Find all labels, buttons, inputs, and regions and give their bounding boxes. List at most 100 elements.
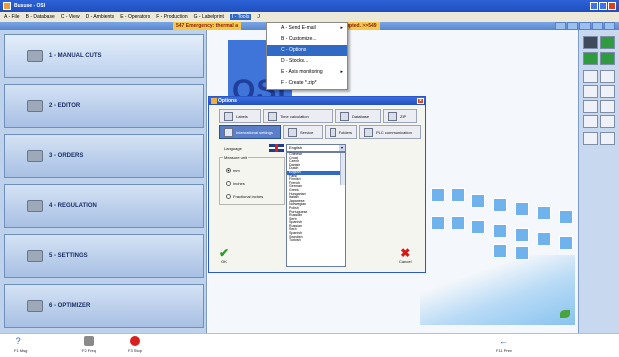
menu-file[interactable]: A - File (4, 14, 20, 20)
radio-fractional-inches[interactable]: Fractional inches (226, 194, 263, 199)
menu-item-axis-monitoring[interactable]: E - Axis monitoring ▸ (267, 67, 347, 78)
menu-database[interactable]: B - Database (26, 14, 55, 20)
ok-button[interactable]: ✔ OK (219, 247, 229, 264)
dialog-close-button[interactable]: × (417, 98, 424, 104)
cancel-button[interactable]: ✖ Cancel (399, 247, 411, 264)
menu-bar: A - File B - Database C - View D - Ambie… (0, 12, 619, 22)
menu-production[interactable]: F - Production (156, 14, 187, 20)
tab-time-calculation[interactable]: Time calculation (263, 109, 333, 123)
menu-view[interactable]: C - View (61, 14, 80, 20)
maximize-button[interactable] (599, 2, 607, 10)
menu-j[interactable]: J (257, 14, 260, 20)
arrow-left-icon[interactable] (583, 52, 598, 65)
stop-icon (130, 336, 140, 346)
nav-label: 2 - EDITOR (49, 103, 81, 109)
tab-database[interactable]: Database (335, 109, 381, 123)
tool-icon[interactable] (600, 132, 615, 145)
chevron-down-icon[interactable]: ▾ (339, 145, 345, 151)
dialog-title: Options (218, 98, 237, 104)
menu-tools[interactable]: I - Tools (229, 14, 252, 20)
menu-item-stocks[interactable]: D - Stocks... (267, 56, 347, 67)
nav-regulation[interactable]: 4 - REGULATION (4, 184, 204, 228)
menu-operators[interactable]: E - Operators (120, 14, 150, 20)
tool-icon[interactable] (583, 100, 598, 113)
zip-icon (388, 111, 397, 121)
status-indicator (591, 22, 603, 30)
orders-icon (27, 150, 43, 162)
tool-icon[interactable] (583, 132, 598, 145)
nav-label: 6 - OPTIMIZER (49, 303, 91, 309)
language-select[interactable]: English ▾ (286, 144, 346, 152)
decorative-tiles (431, 188, 575, 262)
nav-editor[interactable]: 2 - EDITOR (4, 84, 204, 128)
settings-icon (27, 250, 43, 262)
database-icon (340, 111, 349, 121)
tab-labels[interactable]: Labels (219, 109, 261, 123)
menu-labelprint[interactable]: G - Labelprint (194, 14, 224, 20)
status-indicator (603, 22, 616, 30)
tool-icon[interactable] (583, 85, 598, 98)
status-indicator (567, 22, 579, 30)
tab-row-2: International settings Service Folders P… (219, 125, 421, 139)
tab-row-1: Labels Time calculation Database ZIP (219, 109, 417, 123)
cross-icon: ✖ (400, 246, 411, 260)
arrow-right-icon[interactable] (600, 52, 615, 65)
tool-icon[interactable] (600, 100, 615, 113)
nav-orders[interactable]: 3 - ORDERS (4, 134, 204, 178)
alarm-message-tail: upted. >>549 (343, 22, 380, 30)
pause-icon[interactable] (583, 36, 598, 49)
radio-dot[interactable] (226, 168, 231, 173)
clock-icon (268, 111, 277, 121)
radio-inches[interactable]: Inches (226, 181, 245, 186)
status-indicators (555, 22, 616, 30)
arrow-left-icon: ← (498, 336, 508, 346)
list-scrollbar[interactable] (340, 153, 345, 185)
chevron-right-icon: ▸ (340, 25, 343, 31)
tool-icon[interactable] (600, 85, 615, 98)
tab-folders[interactable]: Folders (325, 125, 357, 139)
regulation-icon (27, 200, 43, 212)
language-dropdown-list[interactable]: Chinese Croat Czech Danish Dutch English… (286, 152, 346, 267)
nav-manual-cuts[interactable]: 1 - MANUAL CUTS (4, 34, 204, 78)
tab-plc-communication[interactable]: PLC communication (359, 125, 421, 139)
status-indicator (555, 22, 567, 30)
list-item[interactable]: Turkish (287, 239, 345, 243)
start-icon[interactable] (600, 36, 615, 49)
tool-icon[interactable] (583, 70, 598, 83)
window-controls (590, 2, 616, 10)
nav-label: 1 - MANUAL CUTS (49, 53, 102, 59)
tool-icon[interactable] (583, 115, 598, 128)
alarm-message: 547 Emergency: thermal a (173, 22, 241, 30)
camera-icon (84, 336, 94, 346)
tab-zip[interactable]: ZIP (383, 109, 417, 123)
nav-settings[interactable]: 5 - SETTINGS (4, 234, 204, 278)
checkmark-icon: ✔ (219, 246, 230, 260)
app-icon (3, 2, 11, 10)
f11-prev-button[interactable]: ← F11 Prev (496, 336, 512, 353)
menu-ambients[interactable]: D - Ambients (86, 14, 115, 20)
radio-dot[interactable] (226, 194, 231, 199)
menu-item-options[interactable]: C - Options (267, 45, 347, 56)
tool-icon[interactable] (600, 115, 615, 128)
nav-optimizer[interactable]: 6 - OPTIMIZER (4, 284, 204, 328)
tool-icon[interactable] (600, 70, 615, 83)
optimizer-icon (27, 300, 43, 312)
f2-freq-button[interactable]: F2 Freq (82, 336, 96, 353)
menu-item-send-email[interactable]: A - Send E-mail ▸ (267, 23, 347, 34)
tab-service[interactable]: Service (283, 125, 323, 139)
f3-stop-button[interactable]: F3 Stop (128, 336, 142, 353)
radio-dot[interactable] (226, 181, 231, 186)
globe-icon (224, 127, 233, 137)
decorative-wave (420, 255, 575, 325)
close-button[interactable] (608, 2, 616, 10)
options-dialog: Options × Labels Time calculation Databa… (208, 96, 426, 273)
radio-mm[interactable]: mm (226, 168, 240, 173)
menu-item-customize[interactable]: B - Customize... (267, 34, 347, 45)
tab-international-settings[interactable]: International settings (219, 125, 281, 139)
labels-icon (224, 111, 233, 121)
minimize-button[interactable] (590, 2, 598, 10)
menu-item-create-zip[interactable]: F - Create *.zip* (267, 78, 347, 89)
editor-icon (27, 100, 43, 112)
status-indicator (579, 22, 591, 30)
f1-message-button[interactable]: ? F1 Msg (14, 336, 27, 353)
